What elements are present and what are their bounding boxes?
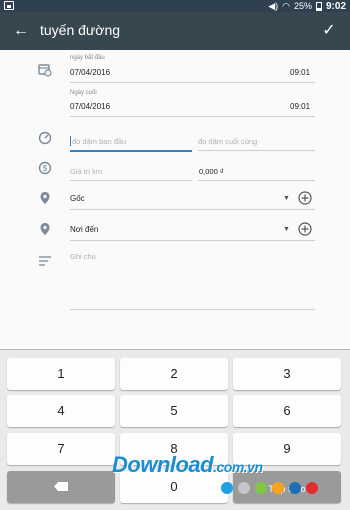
end-date-field[interactable]: 07/04/2016 <box>70 102 110 111</box>
price-per-km-input[interactable]: Giá trị km <box>70 167 102 176</box>
end-odometer-input[interactable]: đo dặm cuối cùng <box>198 137 257 146</box>
speedometer-icon <box>38 131 52 145</box>
divider <box>70 209 315 210</box>
key-3[interactable]: 3 <box>233 358 341 390</box>
divider <box>198 150 315 151</box>
key-4[interactable]: 4 <box>7 395 115 427</box>
app-bar: ← tuyến đường ✓ <box>0 12 350 50</box>
location-pin-icon <box>40 192 50 204</box>
destination-select[interactable]: Nơi đến <box>70 225 98 234</box>
end-date-label: Ngày cuối <box>70 90 97 96</box>
volume-icon: ◀) <box>268 0 279 11</box>
clock: 9:02 <box>325 0 346 12</box>
divider <box>70 116 315 117</box>
notes-icon <box>39 256 51 266</box>
start-date-label: ngày bắt đầu <box>70 55 105 61</box>
divider <box>70 240 315 241</box>
key-6[interactable]: 6 <box>233 395 341 427</box>
page-title: tuyến đường <box>40 22 121 38</box>
key-5[interactable]: 5 <box>120 395 228 427</box>
location-pin-icon <box>40 223 50 235</box>
add-destination-icon[interactable] <box>298 222 312 236</box>
start-date-field[interactable]: 07/04/2016 <box>70 68 110 77</box>
calendar-clock-icon <box>38 64 52 77</box>
wifi-icon: ◠ <box>282 0 290 11</box>
price-total: 0,000 ₫ <box>199 167 224 176</box>
backspace-key[interactable] <box>7 471 115 503</box>
key-1[interactable]: 1 <box>7 358 115 390</box>
watermark-logo: Download.com.vn <box>112 452 263 477</box>
start-odometer-underline <box>70 150 192 152</box>
back-arrow-icon[interactable]: ← <box>10 20 32 42</box>
start-odometer-input[interactable]: đo dặm ban đầu <box>72 137 126 146</box>
start-time-field[interactable]: 09:01 <box>290 68 310 77</box>
status-bar: ◀) ◠ 25% 9:02 <box>0 0 350 12</box>
divider <box>198 180 315 181</box>
notes-input[interactable]: Ghi chú <box>70 252 96 261</box>
divider <box>70 309 315 310</box>
dollar-icon: $ <box>38 161 52 175</box>
key-2[interactable]: 2 <box>120 358 228 390</box>
battery-icon <box>315 1 322 11</box>
divider <box>70 82 315 83</box>
svg-text:$: $ <box>43 164 48 173</box>
gallery-icon <box>4 1 14 10</box>
divider <box>70 180 192 181</box>
backspace-icon <box>54 482 68 491</box>
add-origin-icon[interactable] <box>298 191 312 205</box>
destination-dropdown-icon[interactable]: ▼ <box>283 226 290 233</box>
end-time-field[interactable]: 09:01 <box>290 102 310 111</box>
key-7[interactable]: 7 <box>7 433 115 465</box>
watermark-dots <box>221 482 318 494</box>
battery-percent: 25% <box>293 1 312 11</box>
origin-dropdown-icon[interactable]: ▼ <box>283 195 290 202</box>
text-cursor <box>70 136 71 146</box>
origin-select[interactable]: Gốc <box>70 194 85 203</box>
checkmark-icon[interactable]: ✓ <box>318 20 340 42</box>
